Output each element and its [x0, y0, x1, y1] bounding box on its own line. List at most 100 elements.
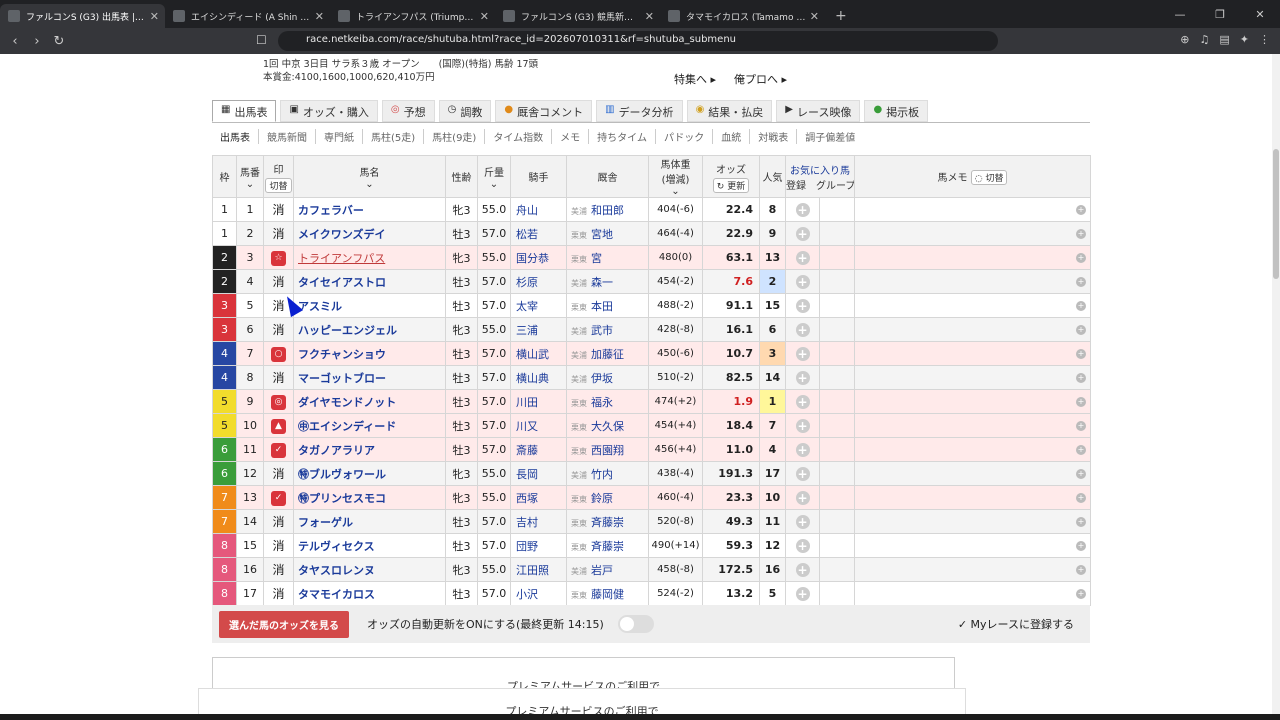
browser-tab[interactable]: ファルコンS (G3) 出馬表 | 2026年3✕: [0, 4, 165, 28]
tab-video[interactable]: ▶ レース映像: [776, 100, 861, 122]
add-favorite-icon[interactable]: +: [795, 418, 810, 433]
subnav-item[interactable]: パドック: [656, 129, 714, 144]
horse-name-link[interactable]: ㊕プリンセスモコ: [293, 485, 446, 510]
mark-text[interactable]: 消: [272, 587, 284, 601]
extension-icon[interactable]: ♫: [1200, 33, 1210, 46]
horse-name-link[interactable]: フクチャンショウ: [293, 341, 446, 366]
my-race-register[interactable]: ✓ Myレースに登録する: [958, 616, 1074, 632]
mark-text[interactable]: 消: [272, 371, 284, 385]
memo-add-icon[interactable]: +: [1076, 348, 1086, 359]
jockey-link[interactable]: 小沢: [510, 581, 567, 606]
tab-result[interactable]: ◉ 結果・払戻: [686, 100, 773, 122]
tab-odds[interactable]: ▣ オッズ・購入: [280, 100, 378, 122]
jockey-link[interactable]: 国分恭: [510, 245, 567, 270]
horse-name-link[interactable]: カフェラバー: [293, 197, 446, 222]
memo-add-icon[interactable]: +: [1076, 564, 1086, 575]
minimize-icon[interactable]: —: [1160, 8, 1200, 21]
jockey-link[interactable]: 松若: [510, 221, 567, 246]
mark-symbol[interactable]: ☆: [271, 250, 286, 266]
add-favorite-icon[interactable]: +: [795, 466, 810, 481]
trainer-link[interactable]: 本田: [591, 300, 613, 313]
tab-shutuba[interactable]: ▦ 出馬表: [212, 100, 277, 122]
trainer-link[interactable]: 竹内: [591, 468, 613, 481]
trainer-link[interactable]: 大久保: [591, 420, 624, 433]
trainer-link[interactable]: 伊坂: [591, 372, 613, 385]
close-icon[interactable]: ✕: [480, 10, 489, 23]
mark-toggle-button[interactable]: 切替: [265, 177, 292, 193]
new-tab-button[interactable]: +: [825, 8, 857, 28]
reload-icon[interactable]: ↻: [48, 34, 70, 49]
feature-link[interactable]: 特集へ ▸: [674, 71, 716, 87]
extension-icon[interactable]: ▤: [1219, 33, 1229, 46]
subnav-item[interactable]: 専門紙: [316, 129, 363, 144]
mark-text[interactable]: 消: [272, 563, 284, 577]
memo-add-icon[interactable]: +: [1076, 540, 1086, 551]
header-umaban[interactable]: 馬番 ⌄: [236, 155, 264, 198]
horse-name-link[interactable]: ㊕ブルヴォワール: [293, 461, 446, 486]
mark-symbol[interactable]: ✓: [271, 442, 286, 458]
horse-name-link[interactable]: メイクワンズデイ: [293, 221, 446, 246]
horse-name-link[interactable]: タヤスロレンヌ: [293, 557, 446, 582]
add-favorite-icon[interactable]: +: [795, 538, 810, 553]
header-weight[interactable]: 斤量 ⌄: [477, 155, 511, 198]
view-selected-odds-button[interactable]: 選んだ馬のオッズを見る: [219, 610, 349, 638]
trainer-link[interactable]: 鈴原: [591, 492, 613, 505]
jockey-link[interactable]: 江田照: [510, 557, 567, 582]
horse-name-link[interactable]: ダイヤモンドノット: [293, 389, 446, 414]
memo-add-icon[interactable]: +: [1076, 300, 1086, 311]
memo-add-icon[interactable]: +: [1076, 516, 1086, 527]
add-favorite-icon[interactable]: +: [795, 346, 810, 361]
memo-add-icon[interactable]: +: [1076, 228, 1086, 239]
mark-symbol[interactable]: ▲: [271, 418, 286, 434]
trainer-link[interactable]: 宮: [591, 252, 602, 265]
horse-name-link[interactable]: タイセイアストロ: [293, 269, 446, 294]
subnav-item[interactable]: 調子偏差値: [797, 129, 863, 144]
jockey-link[interactable]: 横山武: [510, 341, 567, 366]
tab-data[interactable]: ▥ データ分析: [596, 100, 683, 122]
trainer-link[interactable]: 西園翔: [591, 444, 624, 457]
add-favorite-icon[interactable]: +: [795, 490, 810, 505]
subnav-item[interactable]: メモ: [552, 129, 590, 144]
mark-text[interactable]: 消: [272, 203, 284, 217]
trainer-link[interactable]: 森一: [591, 276, 613, 289]
memo-add-icon[interactable]: +: [1076, 468, 1086, 479]
memo-add-icon[interactable]: +: [1076, 252, 1086, 263]
add-favorite-icon[interactable]: +: [795, 562, 810, 577]
add-favorite-icon[interactable]: +: [795, 394, 810, 409]
memo-add-icon[interactable]: +: [1076, 276, 1086, 287]
subnav-item[interactable]: タイム指数: [485, 129, 553, 144]
subnav-item[interactable]: 馬柱(5走): [363, 129, 425, 144]
horse-name-link[interactable]: ㊥エイシンディード: [293, 413, 446, 438]
jockey-link[interactable]: 川又: [510, 413, 567, 438]
trainer-link[interactable]: 福永: [591, 396, 613, 409]
add-favorite-icon[interactable]: +: [795, 442, 810, 457]
tab-board[interactable]: ● 掲示板: [864, 100, 929, 122]
close-icon[interactable]: ✕: [645, 10, 654, 23]
mark-text[interactable]: 消: [272, 275, 284, 289]
add-favorite-icon[interactable]: +: [795, 514, 810, 529]
tab-comment[interactable]: ● 厩舎コメント: [495, 100, 593, 122]
add-favorite-icon[interactable]: +: [795, 298, 810, 313]
forward-icon[interactable]: ›: [26, 34, 48, 49]
pro-link[interactable]: 俺プロへ ▸: [734, 71, 787, 87]
add-favorite-icon[interactable]: +: [795, 274, 810, 289]
trainer-link[interactable]: 斉藤崇: [591, 540, 624, 553]
header-body-weight[interactable]: 馬体重 (増減) ⌄: [648, 155, 703, 198]
scrollbar-thumb[interactable]: [1273, 149, 1279, 279]
add-favorite-icon[interactable]: +: [795, 586, 810, 601]
jockey-link[interactable]: 三浦: [510, 317, 567, 342]
trainer-link[interactable]: 和田郎: [591, 204, 624, 217]
mark-text[interactable]: 消: [272, 323, 284, 337]
subnav-item[interactable]: 馬柱(9走): [424, 129, 486, 144]
mark-text[interactable]: 消: [272, 467, 284, 481]
horse-name-link[interactable]: フォーゲル: [293, 509, 446, 534]
add-favorite-icon[interactable]: +: [795, 202, 810, 217]
jockey-link[interactable]: 斎藤: [510, 437, 567, 462]
bookmark-icon[interactable]: ☐: [256, 33, 267, 47]
add-favorite-icon[interactable]: +: [795, 322, 810, 337]
browser-tab[interactable]: タマモイカロス (Tamamo Icarus) | 競走馬✕: [660, 4, 825, 28]
trainer-link[interactable]: 加藤征: [591, 348, 624, 361]
memo-add-icon[interactable]: +: [1076, 324, 1086, 335]
jockey-link[interactable]: 吉村: [510, 509, 567, 534]
tab-yoso[interactable]: ◎ 予想: [381, 100, 435, 122]
